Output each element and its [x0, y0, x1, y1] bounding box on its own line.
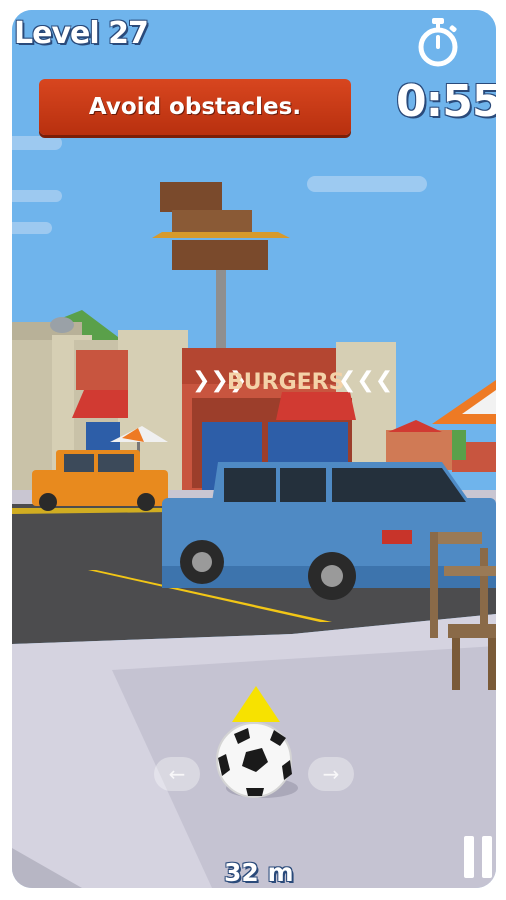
objective-text: Avoid obstacles. — [88, 94, 302, 120]
objective-banner: Avoid obstacles. — [39, 79, 351, 135]
level-label: Level 27 — [14, 16, 149, 51]
steer-left-button[interactable]: ← — [154, 757, 200, 791]
sign-arrows-right: ❮❮❮ — [338, 368, 394, 393]
pause-icon-bar — [482, 836, 492, 878]
burger-sign-pole — [216, 268, 226, 348]
pause-button[interactable] — [464, 832, 496, 882]
game-screen[interactable]: Level 27 0:55 Avoid obstacles. ❯❯❯ BURGE… — [12, 10, 496, 888]
arrow-left-icon: ← — [168, 762, 186, 786]
soccer-ball — [216, 722, 292, 798]
steer-right-button[interactable]: → — [308, 757, 354, 791]
pause-icon — [464, 836, 474, 878]
satellite-dish — [50, 317, 74, 333]
phone-frame: Level 27 0:55 Avoid obstacles. ❯❯❯ BURGE… — [0, 0, 506, 900]
distance-counter: 32 m — [224, 858, 294, 887]
stopwatch-icon — [418, 18, 458, 67]
timer-value: 0:55 — [396, 76, 496, 127]
arrow-right-icon: → — [322, 762, 340, 786]
game-scene — [12, 10, 496, 888]
shop-sign-text: BURGERS — [227, 370, 345, 395]
